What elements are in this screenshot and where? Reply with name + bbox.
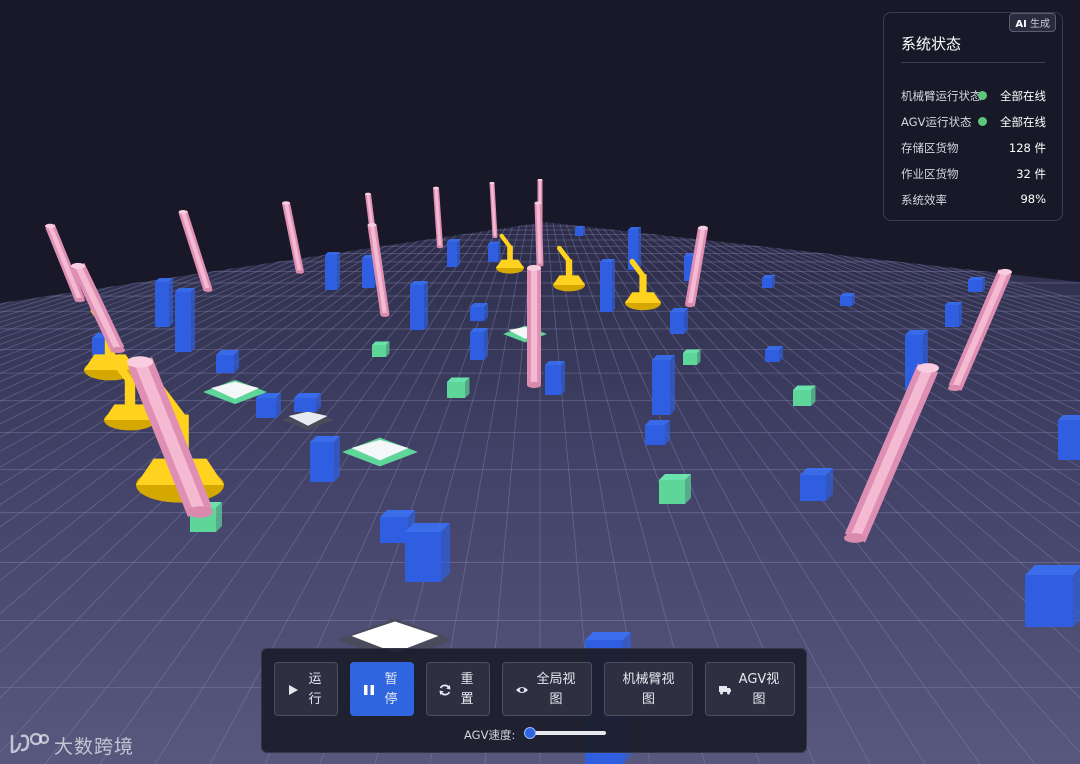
cargo-box-blue <box>310 436 340 482</box>
button-label-line1: AGV视 <box>738 672 780 687</box>
button-label-line2: 置 <box>460 692 474 707</box>
cargo-box-blue <box>545 361 565 395</box>
ai-generated-badge: AI 生成 <box>1009 13 1056 32</box>
status-row-efficiency: 系统效率 98% <box>901 192 1046 208</box>
cargo-box-blue <box>410 281 428 330</box>
cargo-box-blue <box>762 275 775 288</box>
cargo-box-green <box>372 341 390 357</box>
cargo-box-green <box>683 349 701 365</box>
button-label-line2: 停 <box>384 692 398 707</box>
status-value: 32 件 <box>1016 167 1046 181</box>
cargo-box-blue <box>652 355 675 415</box>
cargo-box-blue <box>645 420 670 445</box>
status-value: 128 件 <box>1008 141 1046 155</box>
button-label-line2: 图 <box>549 692 563 707</box>
arm-view-button[interactable]: 机械臂视 图 <box>604 662 693 716</box>
global-view-button[interactable]: 全局视 图 <box>502 662 592 716</box>
cargo-box-blue <box>470 303 488 321</box>
panel-title: 系统状态 <box>901 35 962 53</box>
online-status-dot <box>978 117 987 126</box>
agv-speed-label: AGV速度: <box>464 728 516 742</box>
button-label-line1: 重 <box>460 672 474 687</box>
cargo-box-blue <box>155 278 173 327</box>
cargo-box-blue <box>670 308 688 334</box>
status-row-arm: 机械臂运行状态 全部在线 <box>901 88 1046 104</box>
cargo-box-green <box>793 385 816 406</box>
run-button[interactable]: 运 行 <box>274 662 338 716</box>
cargo-box-blue <box>600 259 615 312</box>
status-label: 存储区货物 <box>901 141 959 155</box>
shelf-column <box>527 264 541 389</box>
status-value: 全部在线 <box>1000 89 1046 103</box>
cargo-box-blue <box>470 328 488 360</box>
cargo-box-blue <box>447 239 460 267</box>
button-label-line1: 机械臂视 <box>622 672 675 687</box>
truck-icon <box>719 686 731 695</box>
status-row-workzone: 作业区货物 32 件 <box>901 166 1046 182</box>
cargo-box-blue <box>945 302 962 327</box>
cargo-box-blue <box>800 468 833 501</box>
play-icon <box>289 685 298 695</box>
cargo-box-blue <box>488 241 501 262</box>
button-label-line1: 运 <box>308 672 322 687</box>
cargo-box-blue <box>575 226 585 236</box>
cargo-box-blue <box>325 252 340 290</box>
cargo-box-blue <box>405 523 450 582</box>
agv-view-button[interactable]: AGV视 图 <box>705 662 795 716</box>
pause-icon <box>364 685 374 695</box>
refresh-icon <box>439 684 451 696</box>
slider-handle[interactable] <box>524 727 536 739</box>
status-label: 系统效率 <box>901 193 947 207</box>
eye-icon <box>516 687 528 693</box>
cargo-box-blue <box>175 288 195 352</box>
pause-button[interactable]: 暂 停 <box>350 662 414 716</box>
status-label: 机械臂运行状态 <box>901 89 982 103</box>
logo-text: 大数跨境 <box>54 736 135 758</box>
cargo-box-green <box>659 474 691 504</box>
cargo-box-blue <box>294 393 321 412</box>
reset-button[interactable]: 重 置 <box>426 662 490 716</box>
button-label-line2: 行 <box>308 692 322 707</box>
button-label-line2: 图 <box>641 692 655 707</box>
brand-logo: 大数跨境 <box>8 730 133 758</box>
button-label-line1: 全局视 <box>536 672 576 687</box>
status-row-agv: AGV运行状态 全部在线 <box>901 114 1046 130</box>
status-row-storage: 存储区货物 128 件 <box>901 140 1046 156</box>
cargo-box-blue <box>216 350 239 373</box>
system-status-panel: AI 生成 系统状态 机械臂运行状态 全部在线 AGV运行状态 全部在线 存储区… <box>883 12 1063 221</box>
cargo-box-blue <box>256 393 281 418</box>
cargo-box-blue <box>840 293 855 306</box>
status-value: 98% <box>1020 192 1046 206</box>
logo-icon <box>10 732 50 754</box>
cargo-box-blue <box>968 277 985 292</box>
status-label: 作业区货物 <box>901 167 959 181</box>
button-label-line1: 暂 <box>384 672 398 687</box>
cargo-box-blue <box>1025 565 1080 627</box>
online-status-dot <box>978 91 987 100</box>
control-bar: 运 行 暂 停 重 置 全局视 图 机械臂视 图 AGV视 图 AGV速度: <box>261 648 807 753</box>
status-label: AGV运行状态 <box>901 115 972 129</box>
cargo-box-blue <box>765 346 783 362</box>
warehouse-3d-viewport[interactable]: AI 生成 系统状态 机械臂运行状态 全部在线 AGV运行状态 全部在线 存储区… <box>0 0 1080 764</box>
button-label-line2: 图 <box>752 692 766 707</box>
cargo-box-blue <box>1058 415 1080 460</box>
status-value: 全部在线 <box>1000 115 1046 129</box>
cargo-box-green <box>447 377 470 398</box>
slider-track <box>524 731 606 735</box>
agv-speed-slider[interactable] <box>524 726 606 740</box>
panel-divider <box>901 62 1045 63</box>
